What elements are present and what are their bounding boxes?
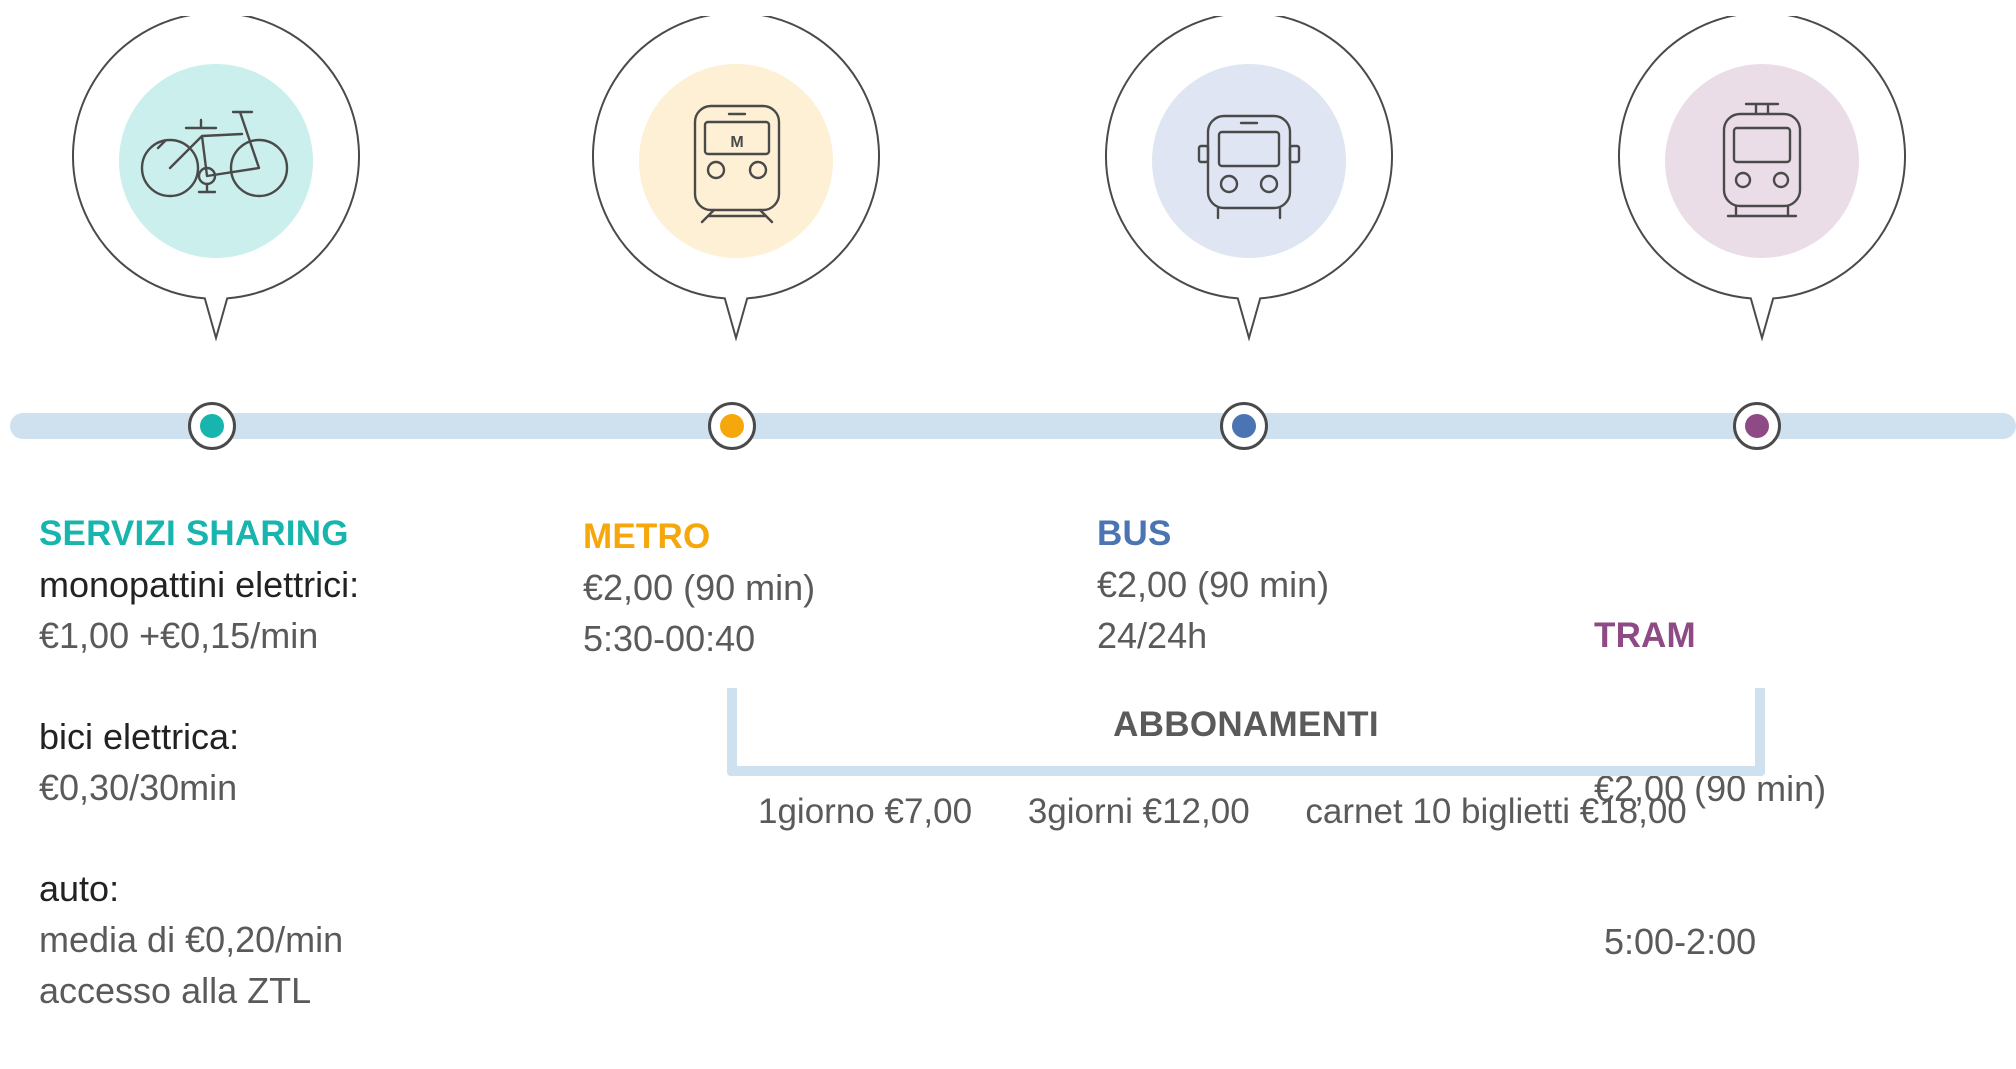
sharing-column: SERVIZI SHARING monopattini elettrici: €… [39,508,359,1016]
icon-tint-sharing [119,64,313,258]
metro-price: €2,00 (90 min) [583,567,816,608]
car-price: media di €0,20/min [39,919,344,960]
metro-heading: METRO [583,517,711,556]
timeline-stop-sharing [188,402,236,450]
bus-price: €2,00 (90 min) [1097,564,1330,605]
pin-metro: M [590,16,882,342]
pin-tram [1616,16,1908,342]
bus-hours: 24/24h [1097,615,1208,656]
timeline-stop-bus [1220,402,1268,450]
metro-column: METRO €2,00 (90 min) 5:30-00:40 [583,511,815,664]
scooters-label: monopattini elettrici: [39,564,360,605]
bus-column: BUS €2,00 (90 min) 24/24h [1097,508,1329,661]
bus-heading: BUS [1097,514,1172,553]
timeline-stop-tram [1733,402,1781,450]
pin-bus [1103,16,1395,342]
timeline-line [10,413,2016,439]
abbonamenti-list: 1giorno €7,00 3giorni €12,00 carnet 10 b… [758,792,1733,832]
tram-heading: TRAM [1594,616,1696,655]
metro-hours: 5:30-00:40 [583,618,756,659]
abbonamento-1-day: 1giorno €7,00 [758,792,973,831]
tram-hours: 5:00-2:00 [1594,921,1757,962]
abbonamento-3-days: 3giorni €12,00 [1027,792,1250,831]
scooters-price: €1,00 +€0,15/min [39,615,319,656]
abbonamento-carnet: carnet 10 biglietti €18,00 [1305,792,1687,831]
timeline-stop-metro [708,402,756,450]
tram-column: TRAM €2,00 (90 min) 5:00-2:00 [1594,508,1826,1069]
icon-tint-bus [1152,64,1346,258]
car-note: accesso alla ZTL [39,970,312,1011]
transport-fares-diagram: M SERVIZI SHARING monopattini elettrici:… [0,0,2016,1011]
ebike-price: €0,30/30min [39,767,238,808]
ebike-label: bici elettrica: [39,716,240,757]
sharing-heading: SERVIZI SHARING [39,514,349,553]
metro-icon-letter: M [730,134,743,151]
car-label: auto: [39,868,120,909]
abbonamenti-title: ABBONAMENTI [1113,705,1379,744]
icon-tint-metro [639,64,833,258]
pin-sharing [70,16,362,342]
